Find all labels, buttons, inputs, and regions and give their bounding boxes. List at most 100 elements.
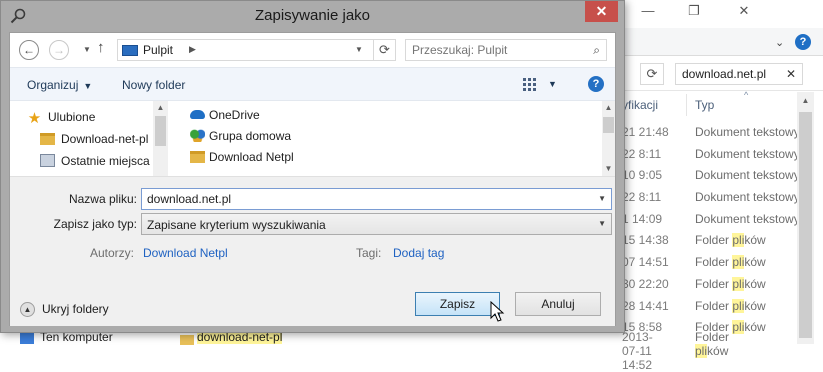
save-type-select[interactable]: Zapisane kryterium wyszukiwania ▼ — [141, 213, 612, 235]
column-separator — [686, 94, 687, 116]
scroll-up-icon[interactable]: ▲ — [153, 101, 168, 115]
row-date: 28 14:41 — [622, 298, 669, 313]
authors-link[interactable]: Download Netpl — [143, 246, 228, 260]
view-options-icon[interactable] — [523, 78, 537, 92]
add-tag-link[interactable]: Dodaj tag — [393, 246, 444, 260]
up-arrow-icon[interactable]: ↑ — [97, 39, 105, 56]
dialog-title: Zapisywanie jako — [254, 7, 371, 24]
table-row[interactable]: 22 8:11 Dokument tekstowy — [622, 144, 800, 166]
table-row[interactable]: 07 14:51 Folder plików — [622, 252, 797, 274]
search-input[interactable] — [406, 40, 576, 60]
navigation-pane: ★ Ulubione Download-net-pl Ostatnie miejs… — [10, 101, 168, 176]
address-location[interactable]: Pulpit — [143, 43, 173, 57]
recent-locations-dropdown-icon[interactable]: ▼ — [83, 45, 91, 54]
folder-icon — [40, 133, 55, 145]
save-button[interactable]: Zapisz — [415, 292, 500, 316]
table-row[interactable]: 28 14:41 Folder plików — [622, 296, 797, 318]
save-type-value: Zapisane kryterium wyszukiwania — [147, 218, 326, 232]
table-row[interactable]: 15 14:38 Folder plików — [622, 230, 797, 252]
folder-icon — [190, 151, 205, 163]
filename-input[interactable] — [142, 189, 582, 209]
tree-item-download-net-pl[interactable]: Download-net-pl — [40, 129, 148, 150]
file-list-scrollbar[interactable]: ▲ ▼ — [602, 101, 615, 176]
table-row[interactable]: 30 22:20 Folder plików — [622, 274, 797, 296]
row-date: 15 14:38 — [622, 233, 669, 248]
cancel-button[interactable]: Anuluj — [515, 292, 601, 316]
organize-button[interactable]: Organizuj ▼ — [27, 78, 92, 92]
table-row[interactable]: 10 9:05 Dokument tekstowy — [622, 165, 800, 187]
close-button[interactable]: ✕ — [585, 1, 618, 22]
scrollbar-thumb[interactable] — [155, 116, 166, 146]
chevron-down-icon: ▼ — [83, 81, 93, 91]
help-icon[interactable]: ? — [588, 76, 604, 92]
navigation-scrollbar[interactable]: ▲ — [153, 101, 168, 176]
ribbon-expand-icon[interactable]: ⌄ — [775, 36, 784, 49]
row-type-highlight: pli — [732, 233, 745, 248]
row-type: Dokument tekstowy — [695, 168, 800, 183]
back-arrow-icon[interactable]: ← — [19, 40, 39, 60]
row-type-suffix: ków — [744, 233, 766, 248]
row-type-suffix: ków — [744, 255, 766, 270]
row-type: Dokument tekstowy — [695, 211, 800, 226]
help-icon[interactable]: ? — [795, 34, 811, 50]
column-modified-header[interactable]: yfikacji — [622, 98, 658, 112]
address-dropdown-icon[interactable]: ▼ — [355, 45, 363, 54]
authors-label: Autorzy: — [89, 246, 134, 260]
close-icon[interactable]: ✕ — [732, 2, 756, 22]
background-search-box[interactable]: download.net.pl ✕ — [675, 63, 803, 85]
row-date: 10 9:05 — [622, 168, 663, 183]
tree-item-label: Ulubione — [48, 110, 96, 124]
refresh-button[interactable]: ⟳ — [374, 39, 396, 61]
background-ribbon: ⌄ ? — [622, 28, 823, 56]
row-type-highlight: pli — [732, 298, 745, 313]
row-type: Folder plików — [695, 252, 766, 274]
forward-arrow-icon[interactable]: → — [49, 40, 69, 60]
table-row[interactable]: 22 8:11 Dokument tekstowy — [622, 187, 800, 209]
mouse-cursor-icon — [490, 301, 505, 322]
navigation-bar: ← → ▼ ↑ Pulpit ▶ ▼ ⟳ ⌕ — [10, 33, 615, 67]
minimize-icon[interactable]: — — [636, 2, 660, 22]
clear-search-icon[interactable]: ✕ — [786, 67, 796, 81]
tree-item-favorites[interactable]: ★ Ulubione — [27, 107, 96, 128]
onedrive-icon — [190, 110, 205, 119]
homegroup-icon — [190, 129, 205, 142]
breadcrumb-chevron-icon[interactable]: ▶ — [189, 44, 196, 55]
view-dropdown-icon[interactable]: ▼ — [548, 79, 557, 89]
scroll-down-icon[interactable]: ▼ — [602, 162, 615, 176]
list-item[interactable]: Grupa domowa — [190, 126, 291, 147]
file-list: OneDrive Grupa domowa Download Netpl ▲ ▼ — [170, 101, 615, 176]
chevron-down-icon[interactable]: ▼ — [598, 219, 606, 228]
address-bar[interactable]: Pulpit ▶ ▼ — [117, 39, 374, 61]
table-row[interactable]: 1 14:09 Dokument tekstowy — [622, 209, 800, 231]
bottom-file-date: 2013-07-11 14:52 — [622, 330, 653, 372]
column-type-header[interactable]: Typ — [695, 98, 714, 112]
list-item[interactable]: OneDrive — [190, 105, 260, 126]
filename-field[interactable]: ▼ — [141, 188, 612, 210]
dialog-titlebar[interactable]: Zapisywanie jako ✕ — [1, 1, 624, 32]
search-icon[interactable]: ⌕ — [593, 43, 600, 58]
scrollbar-thumb[interactable] — [799, 112, 812, 338]
row-type-highlight: pli — [695, 344, 708, 358]
background-column-header: yfikacji ^ Typ — [622, 90, 823, 118]
background-titlebar: — ❐ ✕ — [622, 0, 823, 28]
row-type-highlight: pli — [732, 320, 745, 335]
background-search-value: download.net.pl — [682, 67, 767, 81]
scrollbar-thumb[interactable] — [603, 117, 614, 133]
background-refresh-button[interactable]: ⟳ — [640, 63, 664, 85]
tree-item-label: Download-net-pl — [61, 132, 149, 146]
row-type-suffix: ków — [707, 344, 729, 358]
scroll-up-icon[interactable]: ▲ — [797, 92, 814, 109]
maximize-icon[interactable]: ❐ — [682, 2, 706, 22]
list-item[interactable]: Download Netpl — [190, 147, 294, 168]
tree-item-recent-places[interactable]: Ostatnie miejsca — [40, 151, 150, 172]
new-folder-button[interactable]: Nowy folder — [122, 78, 185, 92]
command-bar: Organizuj ▼ Nowy folder ▼ ? — [10, 67, 615, 101]
desktop-icon — [122, 45, 138, 56]
row-type-prefix: Folder — [695, 276, 733, 291]
background-scrollbar[interactable]: ▲ — [797, 92, 814, 344]
scroll-up-icon[interactable]: ▲ — [602, 101, 615, 115]
table-row[interactable]: 21 21:48 Dokument tekstowy — [622, 122, 800, 144]
filename-dropdown-icon[interactable]: ▼ — [598, 194, 606, 203]
row-type: Folder plików — [695, 274, 766, 296]
search-box[interactable]: ⌕ — [405, 39, 607, 61]
